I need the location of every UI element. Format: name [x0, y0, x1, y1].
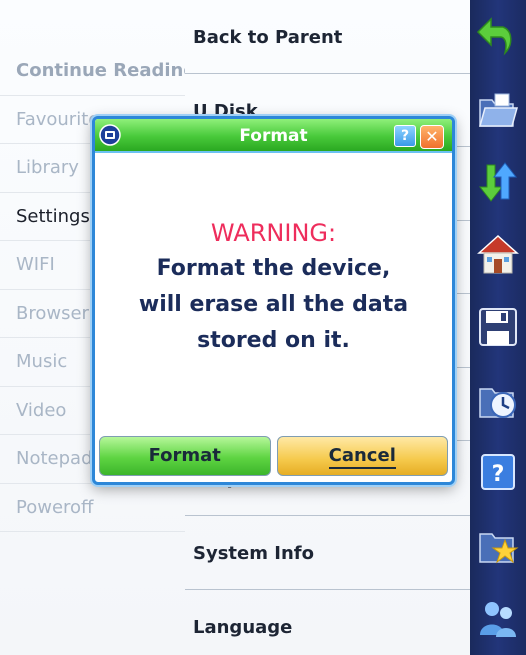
app-logo-icon	[99, 124, 121, 146]
menu-item-continue-reading[interactable]: Continue Reading	[0, 47, 185, 96]
open-folder-button[interactable]	[470, 73, 526, 146]
format-button[interactable]: Format	[99, 436, 271, 476]
back-button[interactable]	[470, 0, 526, 73]
help-button[interactable]: ?	[470, 436, 526, 509]
format-dialog: Format ? ✕ WARNING: Format the device, w…	[92, 116, 455, 485]
toolbar: ?	[470, 0, 526, 655]
warning-label: WARNING:	[210, 219, 337, 247]
floppy-disk-icon	[479, 308, 517, 347]
dialog-close-button[interactable]: ✕	[420, 125, 444, 149]
history-button[interactable]	[470, 363, 526, 436]
users-button[interactable]	[470, 582, 526, 655]
dialog-message: WARNING: Format the device, will erase a…	[95, 153, 452, 359]
transfer-button[interactable]	[470, 145, 526, 218]
cancel-button-label: Cancel	[328, 445, 396, 469]
help-icon: ?	[481, 454, 515, 491]
favorite-folder-icon	[479, 533, 519, 564]
folder-icon	[479, 93, 518, 127]
home-icon	[477, 235, 519, 274]
users-icon	[480, 601, 516, 637]
cancel-button[interactable]: Cancel	[276, 436, 448, 476]
dialog-title-bar: Format ? ✕	[95, 119, 452, 153]
settings-item-back-to-parent[interactable]: Back to Parent	[185, 0, 470, 74]
dialog-buttons: Format Cancel	[99, 436, 448, 476]
favorites-button[interactable]	[470, 509, 526, 582]
message-line: Format the device,	[156, 256, 391, 281]
clock-folder-icon	[479, 388, 516, 418]
up-down-arrows-icon	[478, 161, 518, 202]
dialog-help-button[interactable]: ?	[394, 125, 416, 147]
message-line: stored on it.	[197, 328, 350, 353]
back-arrow-icon	[476, 17, 512, 56]
settings-item-language[interactable]: Language	[185, 590, 470, 655]
message-line: will erase all the data	[138, 292, 409, 317]
menu-item-poweroff[interactable]: Poweroff	[0, 484, 185, 532]
dialog-title: Format	[239, 126, 308, 146]
home-button[interactable]	[470, 218, 526, 291]
settings-item-system-info[interactable]: System Info	[185, 516, 470, 590]
svg-text:?: ?	[492, 462, 505, 487]
save-button[interactable]	[470, 291, 526, 364]
